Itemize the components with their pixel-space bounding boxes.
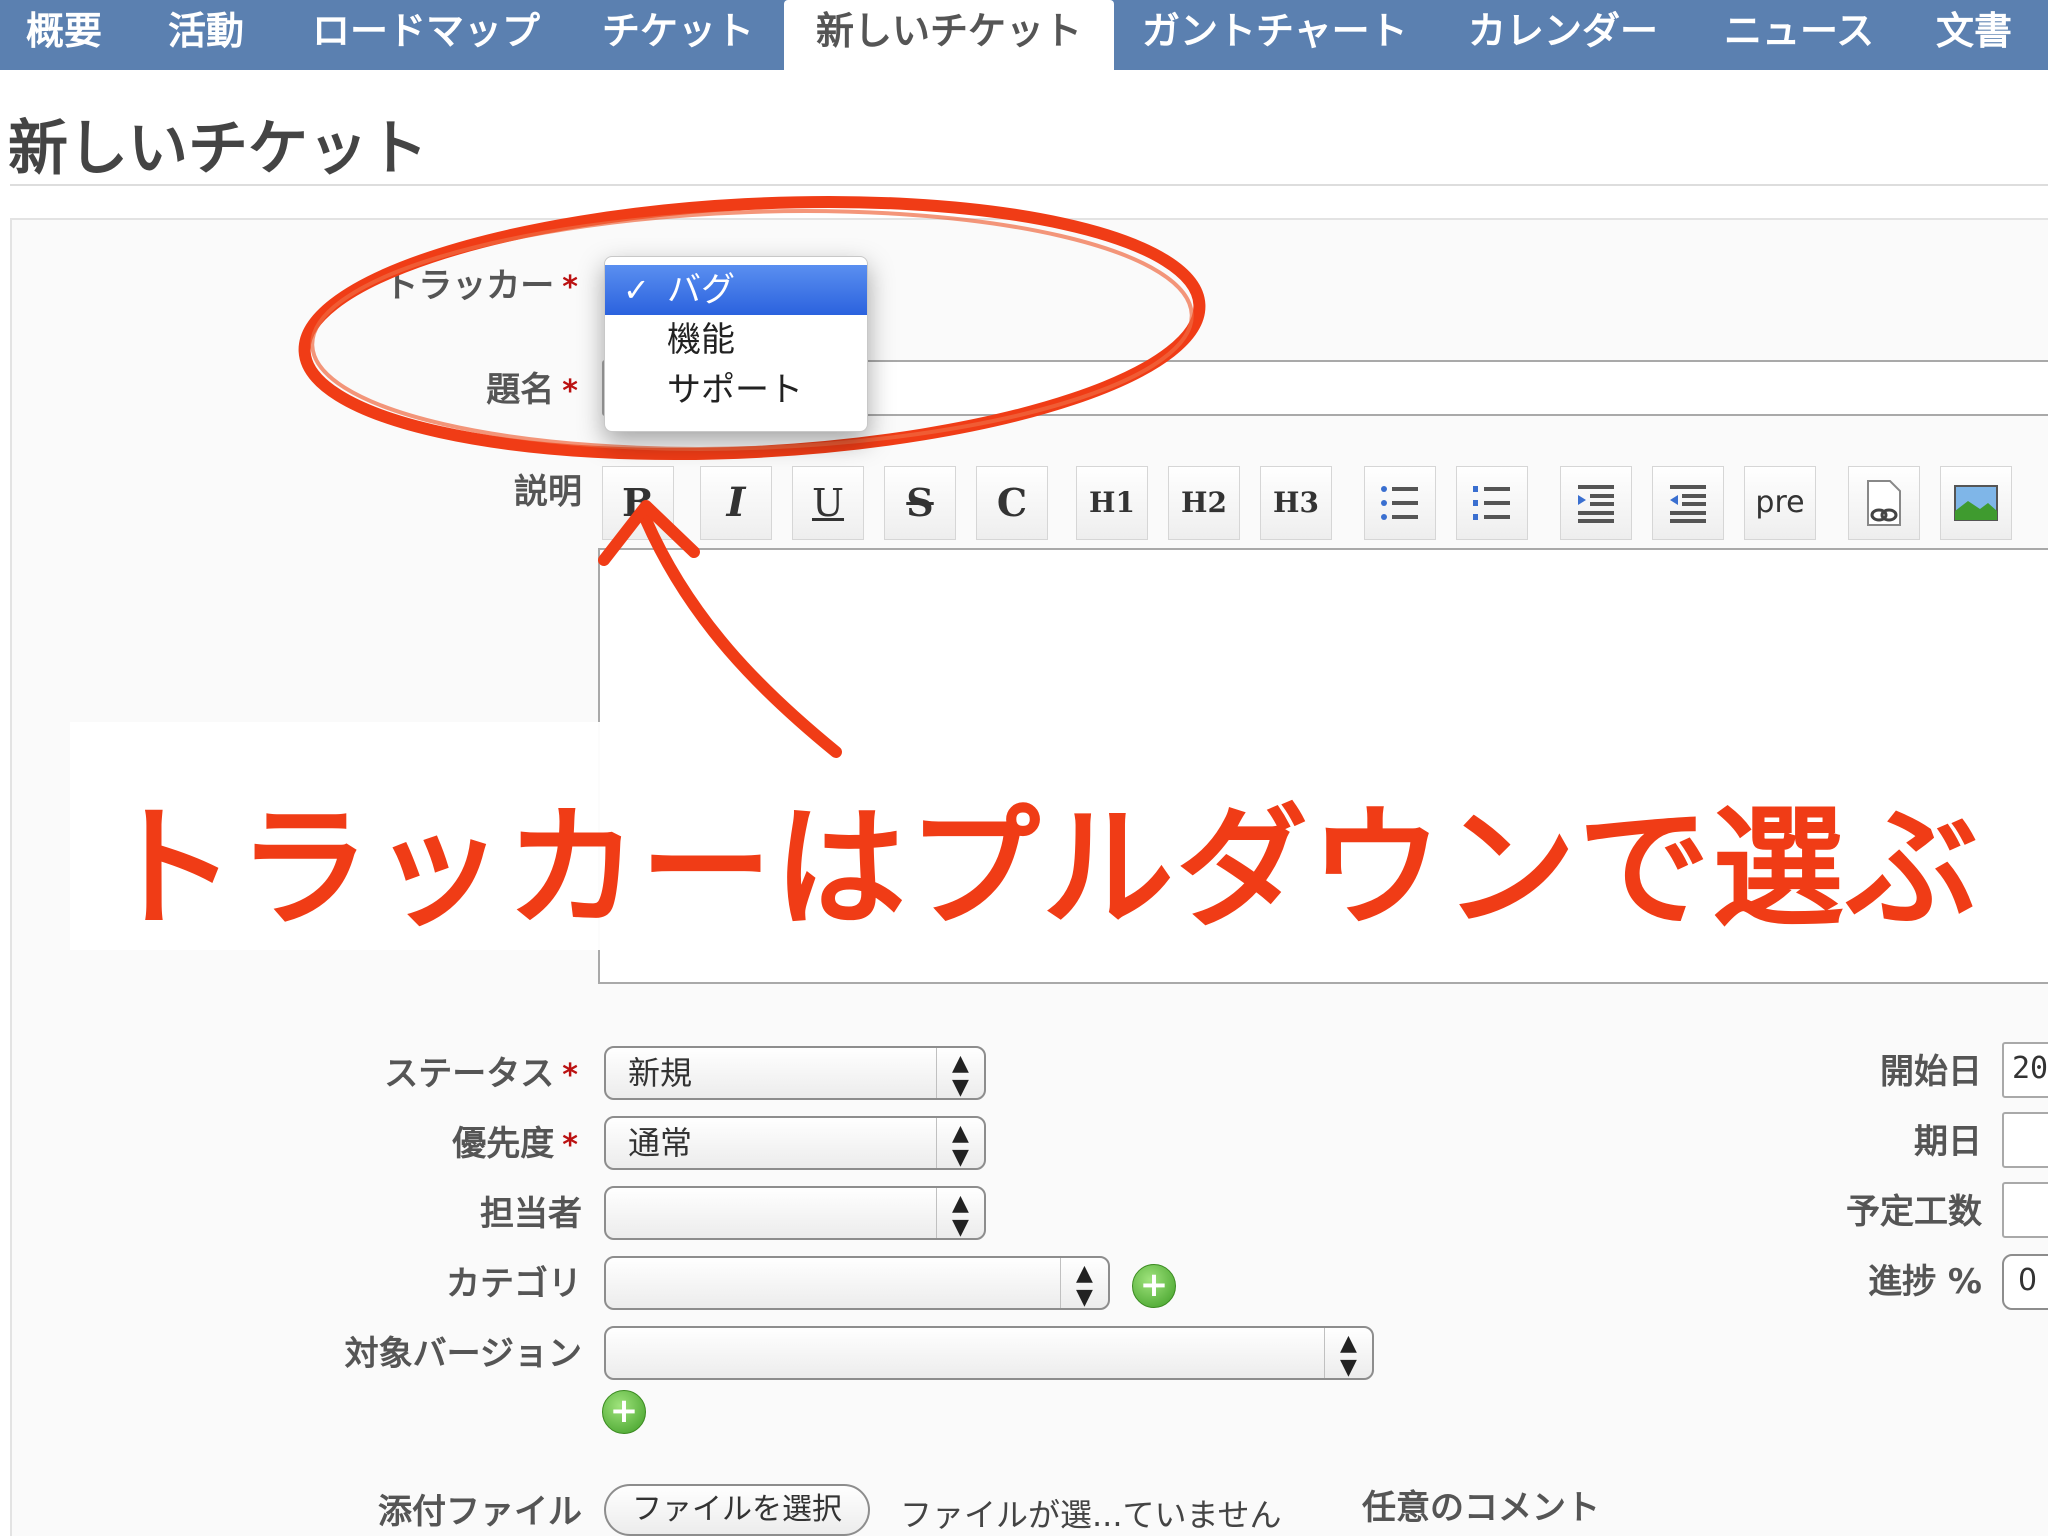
check-icon: ✓ [623, 271, 650, 309]
done-ratio-select[interactable]: 0 [2002, 1254, 2048, 1310]
tracker-label-text: トラッカー [384, 266, 555, 306]
add-category-icon[interactable]: + [1132, 1264, 1176, 1308]
italic-button[interactable]: I [700, 466, 772, 540]
priority-value: 通常 [628, 1124, 693, 1162]
updown-arrows-icon: ▲ ▼ [936, 1048, 984, 1100]
tab-calendar[interactable]: カレンダー [1468, 0, 1658, 70]
tab-overview[interactable]: 概要 [26, 0, 102, 70]
heading3-icon: H3 [1273, 486, 1319, 519]
required-mark: * [562, 374, 578, 409]
tab-activity[interactable]: 活動 [168, 0, 244, 70]
description-label: 説明 [514, 472, 582, 512]
due-date-label: 期日 [1914, 1122, 1982, 1162]
tracker-option-feature[interactable]: 機能 [605, 315, 867, 365]
underline-icon: U [811, 481, 845, 525]
heading2-icon: H2 [1181, 486, 1227, 519]
strikethrough-icon: S [906, 480, 934, 525]
outdent-button[interactable] [1652, 466, 1724, 540]
annotation-caption: トラッカーはプルダウンで選ぶ [104, 792, 1980, 946]
heading3-button[interactable]: H3 [1260, 466, 1332, 540]
indent-right-icon [1578, 485, 1614, 523]
strikethrough-button[interactable]: S [884, 466, 956, 540]
subject-label: 題名 * [486, 362, 578, 411]
priority-select[interactable]: 通常 ▲ ▼ [604, 1116, 986, 1170]
image-icon [1954, 485, 1998, 521]
attachments-label: 添付ファイル [378, 1492, 582, 1532]
done-ratio-label: 進捗 % [1868, 1262, 1982, 1302]
link-icon [1867, 480, 1901, 526]
preformatted-button[interactable]: pre [1744, 466, 1816, 540]
add-version-icon[interactable]: + [602, 1390, 646, 1434]
due-date-input[interactable] [2002, 1112, 2048, 1168]
tracker-option-bug-label: バグ [667, 270, 735, 310]
updown-arrows-icon: ▲ ▼ [1324, 1328, 1372, 1380]
category-select[interactable]: ▲ ▼ [604, 1256, 1110, 1310]
unordered-list-button[interactable] [1364, 466, 1436, 540]
tracker-label: トラッカー * [384, 258, 578, 307]
target-version-label: 対象バージョン [344, 1334, 582, 1374]
project-menu-bar: 概要 活動 ロードマップ チケット 新しいチケット ガントチャート カレンダー … [0, 0, 2048, 72]
updown-arrows-icon: ▲ ▼ [936, 1118, 984, 1170]
ordered-list-icon [1473, 486, 1510, 520]
priority-label-text: 優先度 [452, 1124, 555, 1164]
choose-file-button[interactable]: ファイルを選択 [604, 1484, 870, 1536]
tab-issues[interactable]: チケット [602, 0, 754, 70]
start-date-input[interactable]: 20 [2002, 1042, 2048, 1098]
tab-gantt[interactable]: ガントチャート [1142, 0, 1408, 70]
assignee-label: 担当者 [480, 1194, 582, 1234]
code-icon: C [996, 480, 1028, 525]
wiki-link-button[interactable] [1848, 466, 1920, 540]
bold-button[interactable]: B [602, 466, 674, 540]
indent-left-icon [1670, 485, 1706, 523]
status-label-text: ステータス [384, 1054, 555, 1094]
italic-icon: I [726, 479, 746, 526]
status-value: 新規 [628, 1054, 693, 1092]
optional-comment-label: 任意のコメント [1362, 1488, 1600, 1528]
ordered-list-button[interactable] [1456, 466, 1528, 540]
status-select[interactable]: 新規 ▲ ▼ [604, 1046, 986, 1100]
target-version-select[interactable]: ▲ ▼ [604, 1326, 1374, 1380]
heading1-icon: H1 [1089, 486, 1135, 519]
tab-documents[interactable]: 文書 [1936, 0, 2012, 70]
updown-arrows-icon: ▲ ▼ [936, 1188, 984, 1240]
required-mark: * [562, 1128, 578, 1163]
bold-icon: B [621, 480, 655, 525]
inline-code-button[interactable]: C [976, 466, 1048, 540]
tab-roadmap[interactable]: ロードマップ [312, 0, 540, 70]
required-mark: * [562, 1058, 578, 1093]
unordered-list-icon [1381, 486, 1418, 520]
heading1-button[interactable]: H1 [1076, 466, 1148, 540]
priority-label: 優先度 * [452, 1116, 578, 1165]
tracker-select-open[interactable]: ✓ バグ 機能 サポート [604, 256, 868, 432]
page-title: 新しいチケット [8, 114, 428, 184]
underline-button[interactable]: U [792, 466, 864, 540]
required-mark: * [562, 270, 578, 305]
image-button[interactable] [1940, 466, 2012, 540]
indent-button[interactable] [1560, 466, 1632, 540]
subject-label-text: 題名 [486, 370, 555, 410]
tracker-option-support[interactable]: サポート [605, 365, 867, 415]
start-date-label: 開始日 [1880, 1052, 1982, 1092]
category-label: カテゴリ [446, 1264, 582, 1304]
file-status-text: ファイルが選...ていません [900, 1496, 1282, 1534]
tab-news[interactable]: ニュース [1724, 0, 1874, 70]
estimated-hours-label: 予定工数 [1846, 1192, 1982, 1232]
pre-icon: pre [1755, 485, 1805, 520]
tab-new-issue[interactable]: 新しいチケット [784, 0, 1115, 72]
estimated-hours-input[interactable] [2002, 1182, 2048, 1238]
assignee-select[interactable]: ▲ ▼ [604, 1186, 986, 1240]
heading2-button[interactable]: H2 [1168, 466, 1240, 540]
tracker-option-bug[interactable]: ✓ バグ [605, 265, 867, 315]
status-label: ステータス * [384, 1046, 578, 1095]
updown-arrows-icon: ▲ ▼ [1060, 1258, 1108, 1310]
title-divider [10, 184, 2048, 186]
